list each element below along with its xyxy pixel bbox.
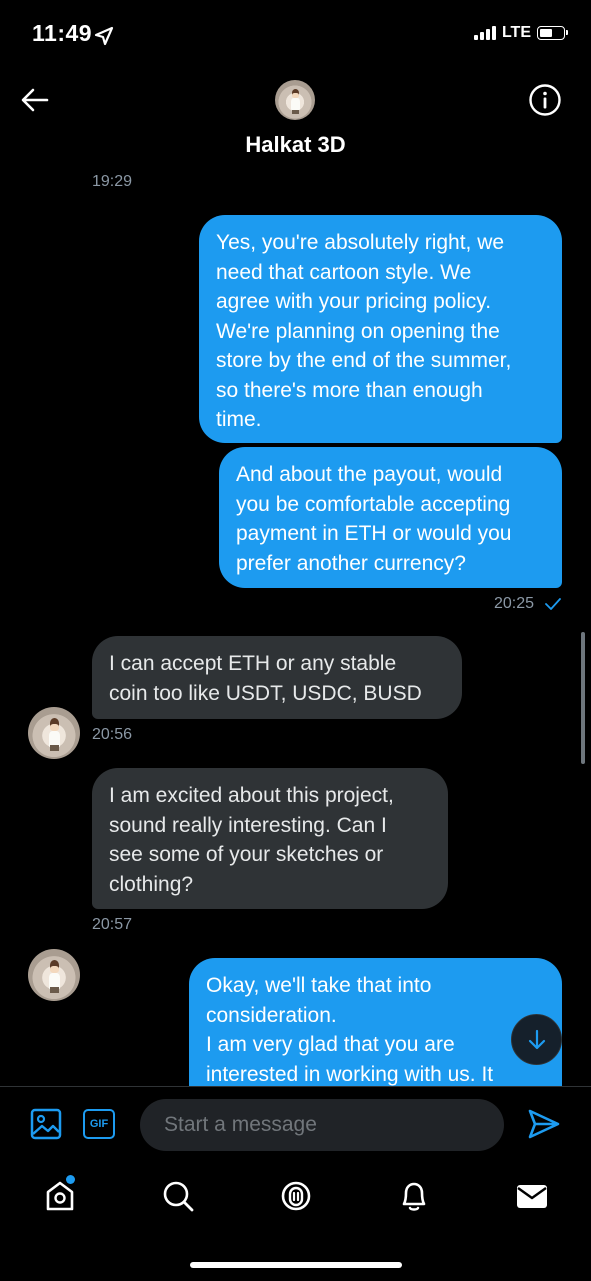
status-indicators: LTE	[473, 24, 568, 42]
message-timestamp: 20:57	[92, 916, 133, 933]
message-text: I can accept ETH or any stable	[109, 652, 397, 675]
contact-avatar[interactable]	[275, 80, 315, 120]
message-input[interactable]: Start a message	[140, 1099, 504, 1151]
send-icon[interactable]	[527, 1108, 561, 1140]
scroll-to-bottom-button[interactable]	[511, 1014, 562, 1065]
location-arrow-icon	[94, 26, 114, 46]
incoming-message[interactable]: I am excited about this project, sound r…	[92, 768, 448, 909]
conversation-title[interactable]: Halkat 3D	[0, 132, 591, 158]
message-text: I am very glad that you are	[206, 1033, 455, 1056]
message-text: agree with your pricing policy.	[216, 290, 492, 313]
message-text: interested in working with us. It	[206, 1062, 494, 1086]
home-indicator	[190, 1262, 402, 1268]
status-time: 11:49	[32, 20, 93, 46]
message-text: Yes, you're absolutely right, we	[216, 231, 505, 254]
message-text: I am excited about this project,	[109, 784, 394, 807]
message-text: payment in ETH or would you	[236, 522, 512, 545]
message-timestamp: 19:29	[92, 173, 133, 190]
message-text: coin too like USDT, USDC, BUSD	[109, 681, 422, 705]
message-text: Okay, we'll take that into	[206, 974, 432, 997]
message-text: need that cartoon style. We	[216, 260, 472, 284]
read-check-icon	[545, 598, 561, 610]
nav-item-home[interactable]	[42, 1175, 78, 1214]
notification-dot	[66, 1175, 75, 1184]
message-text: sound really interesting. Can I	[109, 813, 387, 837]
outgoing-message[interactable]: Yes, you're absolutely right, we need th…	[199, 215, 562, 443]
message-text: you be comfortable accepting	[236, 492, 511, 516]
search-icon[interactable]	[160, 1178, 196, 1214]
message-text: And about the payout, would	[236, 463, 503, 486]
mail-icon[interactable]	[514, 1180, 550, 1212]
gif-button[interactable]: GIF	[83, 1109, 115, 1139]
back-arrow-icon[interactable]	[20, 86, 50, 114]
image-icon[interactable]	[30, 1108, 62, 1140]
message-text: time.	[216, 408, 262, 431]
message-input-placeholder: Start a message	[164, 1113, 317, 1136]
arrow-down-icon	[528, 1029, 545, 1049]
message-timestamp: 20:56	[92, 726, 133, 743]
message-text: see some of your sketches or	[109, 843, 384, 866]
info-icon[interactable]	[528, 83, 562, 117]
message-text: consideration.	[206, 1003, 337, 1027]
sender-avatar[interactable]	[28, 949, 80, 1001]
scrollbar[interactable]	[581, 632, 585, 764]
message-text: so there's more than enough	[216, 378, 483, 402]
message-text: store by the end of the summer,	[216, 349, 512, 372]
incoming-message[interactable]: I can accept ETH or any stable coin too …	[92, 636, 462, 719]
message-text: We're planning on opening the	[216, 319, 500, 343]
signal-icon	[473, 26, 496, 40]
message-text: clothing?	[109, 872, 194, 896]
message-text: prefer another currency?	[236, 551, 466, 575]
outgoing-message[interactable]: And about the payout, would you be comfo…	[219, 447, 562, 588]
bell-icon[interactable]	[396, 1178, 432, 1214]
battery-icon	[537, 26, 568, 40]
sender-avatar[interactable]	[28, 707, 80, 759]
spaces-icon[interactable]	[278, 1178, 314, 1214]
network-label: LTE	[501, 24, 531, 41]
battery-level	[540, 29, 552, 37]
message-timestamp: 20:25	[494, 595, 535, 612]
